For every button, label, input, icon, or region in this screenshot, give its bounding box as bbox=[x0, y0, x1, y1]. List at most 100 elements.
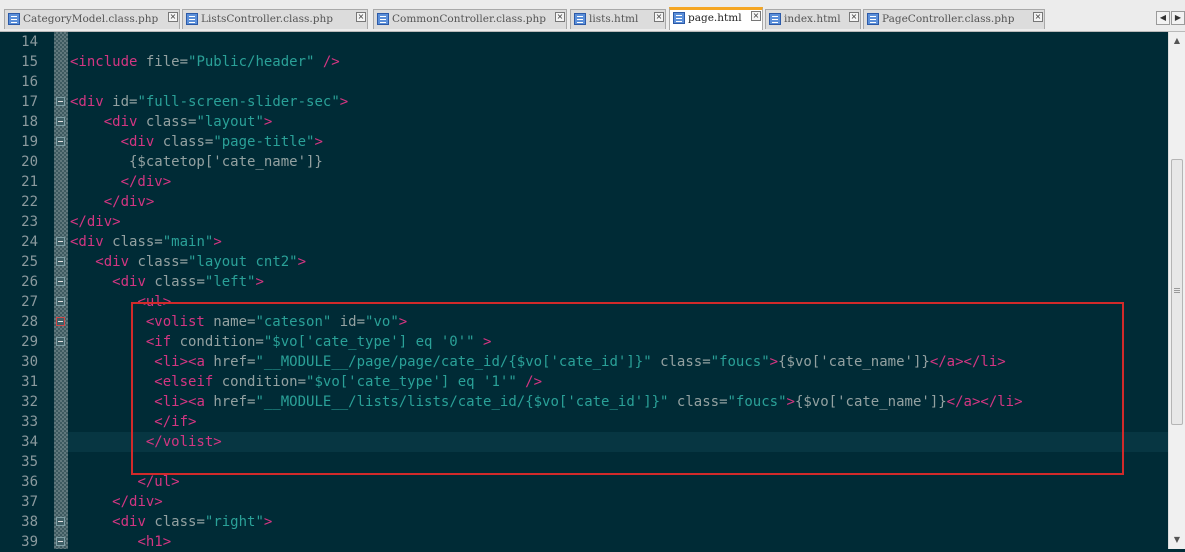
fold-collapse-icon[interactable] bbox=[56, 277, 65, 286]
line-number: 30 bbox=[21, 354, 38, 370]
code-text: </div> bbox=[70, 172, 172, 192]
tab-categorymodel-class-php[interactable]: CategoryModel.class.php × bbox=[4, 9, 180, 29]
code-line[interactable]: 27 <ul> bbox=[0, 292, 1185, 312]
fold-collapse-icon[interactable] bbox=[56, 237, 65, 246]
code-token: id= bbox=[339, 314, 366, 330]
close-tab-icon[interactable]: × bbox=[751, 11, 761, 21]
code-token: <ul> bbox=[137, 294, 172, 310]
code-token: "foucs" bbox=[710, 354, 770, 370]
code-line[interactable]: 30 <li><a href="__MODULE__/page/page/cat… bbox=[0, 352, 1185, 372]
code-token: <div bbox=[70, 234, 113, 250]
fold-collapse-icon[interactable] bbox=[56, 137, 65, 146]
code-line[interactable]: 22 </div> bbox=[0, 192, 1185, 212]
scrollbar-thumb[interactable] bbox=[1171, 159, 1183, 425]
tab-label: page.html bbox=[688, 12, 742, 24]
line-number: 18 bbox=[21, 114, 38, 130]
fold-collapse-icon[interactable] bbox=[56, 337, 65, 346]
fold-collapse-icon[interactable] bbox=[56, 537, 65, 546]
tab-page-html[interactable]: page.html × bbox=[669, 7, 763, 30]
close-tab-icon[interactable]: × bbox=[555, 12, 565, 22]
code-line[interactable]: 23 </div> bbox=[0, 212, 1185, 232]
code-line[interactable]: 28 <volist name="cateson" id="vo"> bbox=[0, 312, 1185, 332]
code-token: href= bbox=[213, 394, 256, 410]
code-token: "left" bbox=[204, 274, 256, 290]
code-token: "$vo['cate_type'] eq '1'" bbox=[306, 374, 517, 390]
code-line[interactable]: 39 <h1> bbox=[0, 532, 1185, 552]
code-text: <div class="layout"> bbox=[70, 112, 273, 132]
fold-collapse-icon[interactable] bbox=[56, 97, 65, 106]
code-text: {$catetop['cate_name']} bbox=[70, 152, 323, 172]
code-line[interactable]: 34 </volist> bbox=[0, 432, 1185, 452]
code-line[interactable]: 25 <div class="layout cnt2"> bbox=[0, 252, 1185, 272]
code-line[interactable]: 29 <if condition="$vo['cate_type'] eq '0… bbox=[0, 332, 1185, 352]
code-line[interactable]: 32 <li><a href="__MODULE__/lists/lists/c… bbox=[0, 392, 1185, 412]
code-token: name= bbox=[213, 314, 256, 330]
line-number: 35 bbox=[21, 454, 38, 470]
tab-label: index.html bbox=[784, 13, 841, 25]
tab-index-html[interactable]: index.html × bbox=[765, 9, 861, 29]
fold-collapse-icon[interactable] bbox=[56, 517, 65, 526]
close-tab-icon[interactable]: × bbox=[1033, 12, 1043, 22]
code-token: <div bbox=[112, 514, 155, 530]
code-line[interactable]: 36 </ul> bbox=[0, 472, 1185, 492]
fold-collapse-icon[interactable] bbox=[56, 257, 65, 266]
code-text: <li><a href="__MODULE__/lists/lists/cate… bbox=[70, 392, 1022, 412]
code-token: "__MODULE__/page/page/cate_id/{$vo['cate… bbox=[255, 354, 652, 370]
fold-collapse-icon[interactable] bbox=[56, 297, 65, 306]
tab-scroll-left-button[interactable]: ◀ bbox=[1156, 11, 1170, 25]
close-tab-icon[interactable]: × bbox=[654, 12, 664, 22]
code-line[interactable]: 16 bbox=[0, 72, 1185, 92]
code-token: <elseif bbox=[154, 374, 222, 390]
line-number: 14 bbox=[21, 34, 38, 50]
line-number: 24 bbox=[21, 234, 38, 250]
code-token: /> bbox=[314, 54, 340, 70]
code-token: </volist> bbox=[145, 434, 222, 450]
line-number: 33 bbox=[21, 414, 38, 430]
code-line[interactable]: 24 <div class="main"> bbox=[0, 232, 1185, 252]
code-text: </div> bbox=[70, 212, 121, 232]
line-number: 39 bbox=[21, 534, 38, 550]
scroll-up-arrow-icon[interactable]: ▲ bbox=[1171, 35, 1183, 47]
code-line[interactable]: 26 <div class="left"> bbox=[0, 272, 1185, 292]
code-line[interactable]: 19 <div class="page-title"> bbox=[0, 132, 1185, 152]
code-line[interactable]: 21 </div> bbox=[0, 172, 1185, 192]
tab-label: CommonController.class.php bbox=[392, 13, 546, 25]
code-line[interactable]: 17 <div id="full-screen-slider-sec"> bbox=[0, 92, 1185, 112]
line-number: 32 bbox=[21, 394, 38, 410]
code-line[interactable]: 14 bbox=[0, 32, 1185, 52]
vertical-scrollbar[interactable]: ▲ ▼ bbox=[1168, 32, 1185, 549]
code-line[interactable]: 38 <div class="right"> bbox=[0, 512, 1185, 532]
line-number: 22 bbox=[21, 194, 38, 210]
code-line[interactable]: 33 </if> bbox=[0, 412, 1185, 432]
code-text: </volist> bbox=[70, 432, 222, 452]
scroll-down-arrow-icon[interactable]: ▼ bbox=[1171, 534, 1183, 546]
close-tab-icon[interactable]: × bbox=[849, 12, 859, 22]
fold-collapse-icon[interactable] bbox=[56, 317, 65, 326]
code-line[interactable]: 18 <div class="layout"> bbox=[0, 112, 1185, 132]
line-number: 23 bbox=[21, 214, 38, 230]
tab-label: ListsController.class.php bbox=[201, 13, 333, 25]
line-number: 29 bbox=[21, 334, 38, 350]
tab-pagecontroller-class-php[interactable]: PageController.class.php × bbox=[863, 9, 1045, 29]
close-tab-icon[interactable]: × bbox=[168, 12, 178, 22]
tab-scroll-right-button[interactable]: ▶ bbox=[1171, 11, 1185, 25]
tab-commoncontroller-class-php[interactable]: CommonController.class.php × bbox=[373, 9, 567, 29]
code-token: > bbox=[213, 234, 222, 250]
fold-collapse-icon[interactable] bbox=[56, 117, 65, 126]
code-line[interactable]: 37 </div> bbox=[0, 492, 1185, 512]
code-line[interactable]: 20 {$catetop['cate_name']} bbox=[0, 152, 1185, 172]
code-line[interactable]: 35 bbox=[0, 452, 1185, 472]
line-number: 16 bbox=[21, 74, 38, 90]
code-text: <li><a href="__MODULE__/page/page/cate_i… bbox=[70, 352, 1005, 372]
code-line[interactable]: 31 <elseif condition="$vo['cate_type'] e… bbox=[0, 372, 1185, 392]
tab-lists-html[interactable]: lists.html × bbox=[570, 9, 666, 29]
code-line[interactable]: 15 <include file="Public/header" /> bbox=[0, 52, 1185, 72]
line-number: 38 bbox=[21, 514, 38, 530]
tab-listscontroller-class-php[interactable]: ListsController.class.php × bbox=[182, 9, 368, 29]
close-tab-icon[interactable]: × bbox=[356, 12, 366, 22]
